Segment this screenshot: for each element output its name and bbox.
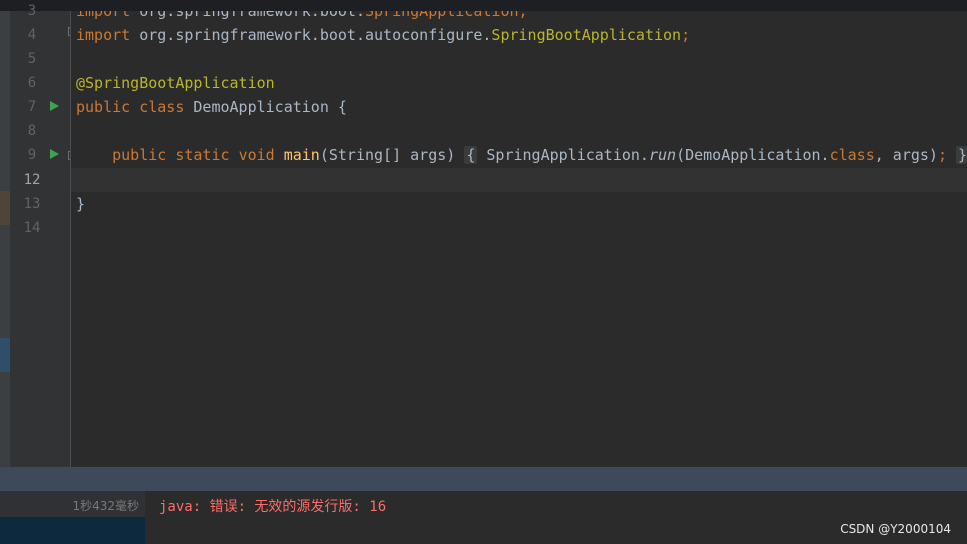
error-message[interactable]: java: 错误: 无效的源发行版: 16 [159,496,386,516]
tool-window-strip[interactable] [0,11,10,467]
build-time: 1秒432毫秒 [72,499,139,513]
watermark: CSDN @Y2000104 [840,522,951,536]
line-number: 3 [27,3,37,19]
line-number: 8 [27,123,37,139]
code-editor[interactable]: import org.springframework.boot.SpringAp… [71,11,967,467]
window-top-bar [0,0,967,11]
code-line-annotation: @SpringBootApplication [76,74,275,92]
line-number: 5 [27,51,37,67]
build-tree-selected-row[interactable] [0,517,145,544]
line-number: 14 [23,220,41,236]
code-line-closing-brace: } [76,195,86,213]
line-number: 13 [23,196,41,212]
run-panel-header [0,467,967,491]
line-number: 7 [27,99,37,115]
bookmark-marker[interactable] [0,191,10,225]
line-number: 9 [27,147,37,163]
code-line-main-method: public static void main(String[] args) {… [76,143,967,167]
run-class-icon[interactable] [50,101,59,111]
line-number: 6 [27,75,37,91]
build-tree[interactable]: 1秒432毫秒 [0,491,145,544]
build-output-panel: 1秒432毫秒 java: 错误: 无效的源发行版: 16 CSDN @Y200… [0,491,967,544]
current-line-highlight [71,168,967,192]
code-line-import-1: import org.springframework.boot.SpringAp… [76,11,528,20]
run-main-icon[interactable] [50,149,59,159]
line-number-gutter: 3 4 5 6 7 8 9 12 13 14 [10,3,77,467]
line-number-current: 12 [23,172,41,188]
line-number: 4 [27,27,37,43]
tool-window-marker[interactable] [0,338,10,372]
code-line-import-2: import org.springframework.boot.autoconf… [76,26,691,44]
code-line-class-decl: public class DemoApplication { [76,98,347,116]
